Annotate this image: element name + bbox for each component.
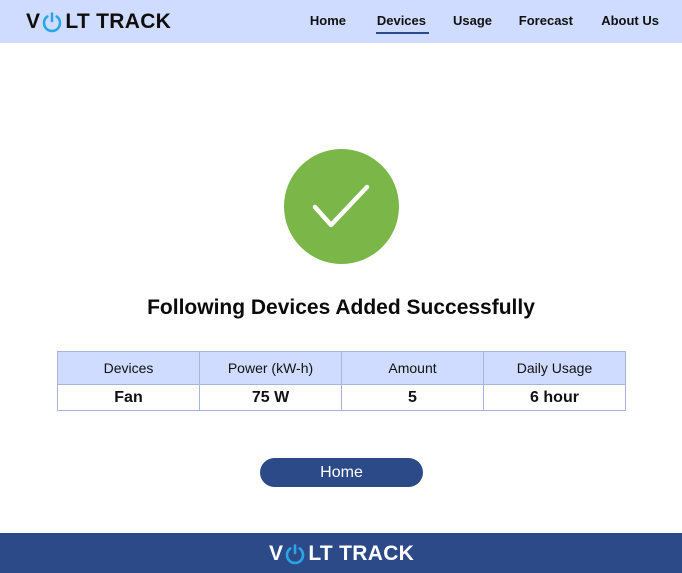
logo-letter-v: V: [269, 542, 284, 565]
column-header-amount: Amount: [341, 351, 484, 385]
table-row: Fan 75 W 5 6 hour: [57, 384, 626, 411]
column-header-power: Power (kW-h): [199, 351, 342, 385]
added-devices-table: Devices Power (kW-h) Amount Daily Usage …: [57, 351, 626, 411]
top-navigation-bar: V LT TRACK Home Devices Usage Forecast A…: [0, 0, 682, 43]
column-header-daily-usage: Daily Usage: [483, 351, 626, 385]
table-header-row: Devices Power (kW-h) Amount Daily Usage: [57, 351, 626, 385]
success-message: Following Devices Added Successfully: [147, 296, 535, 319]
column-header-devices: Devices: [57, 351, 200, 385]
cell-daily-usage: 6 hour: [483, 384, 626, 411]
nav-about-us[interactable]: About Us: [601, 13, 659, 28]
logo-text: LT TRACK: [308, 542, 415, 565]
volt-track-logo[interactable]: V LT TRACK: [26, 9, 171, 35]
home-button[interactable]: Home: [260, 458, 423, 487]
footer-logo[interactable]: V LT TRACK: [269, 541, 414, 567]
checkmark-icon: [312, 184, 370, 228]
cell-device: Fan: [57, 384, 200, 411]
cell-amount: 5: [341, 384, 484, 411]
nav-usage[interactable]: Usage: [453, 13, 492, 28]
logo-text: LT TRACK: [65, 10, 172, 33]
cell-power: 75 W: [199, 384, 342, 411]
nav-devices[interactable]: Devices: [375, 13, 430, 34]
success-badge: [284, 149, 399, 264]
footer: V LT TRACK: [0, 533, 682, 573]
power-icon: [286, 544, 305, 565]
nav-forecast[interactable]: Forecast: [519, 13, 573, 28]
power-icon: [43, 12, 62, 33]
nav-home[interactable]: Home: [310, 13, 346, 28]
logo-letter-v: V: [26, 10, 41, 33]
